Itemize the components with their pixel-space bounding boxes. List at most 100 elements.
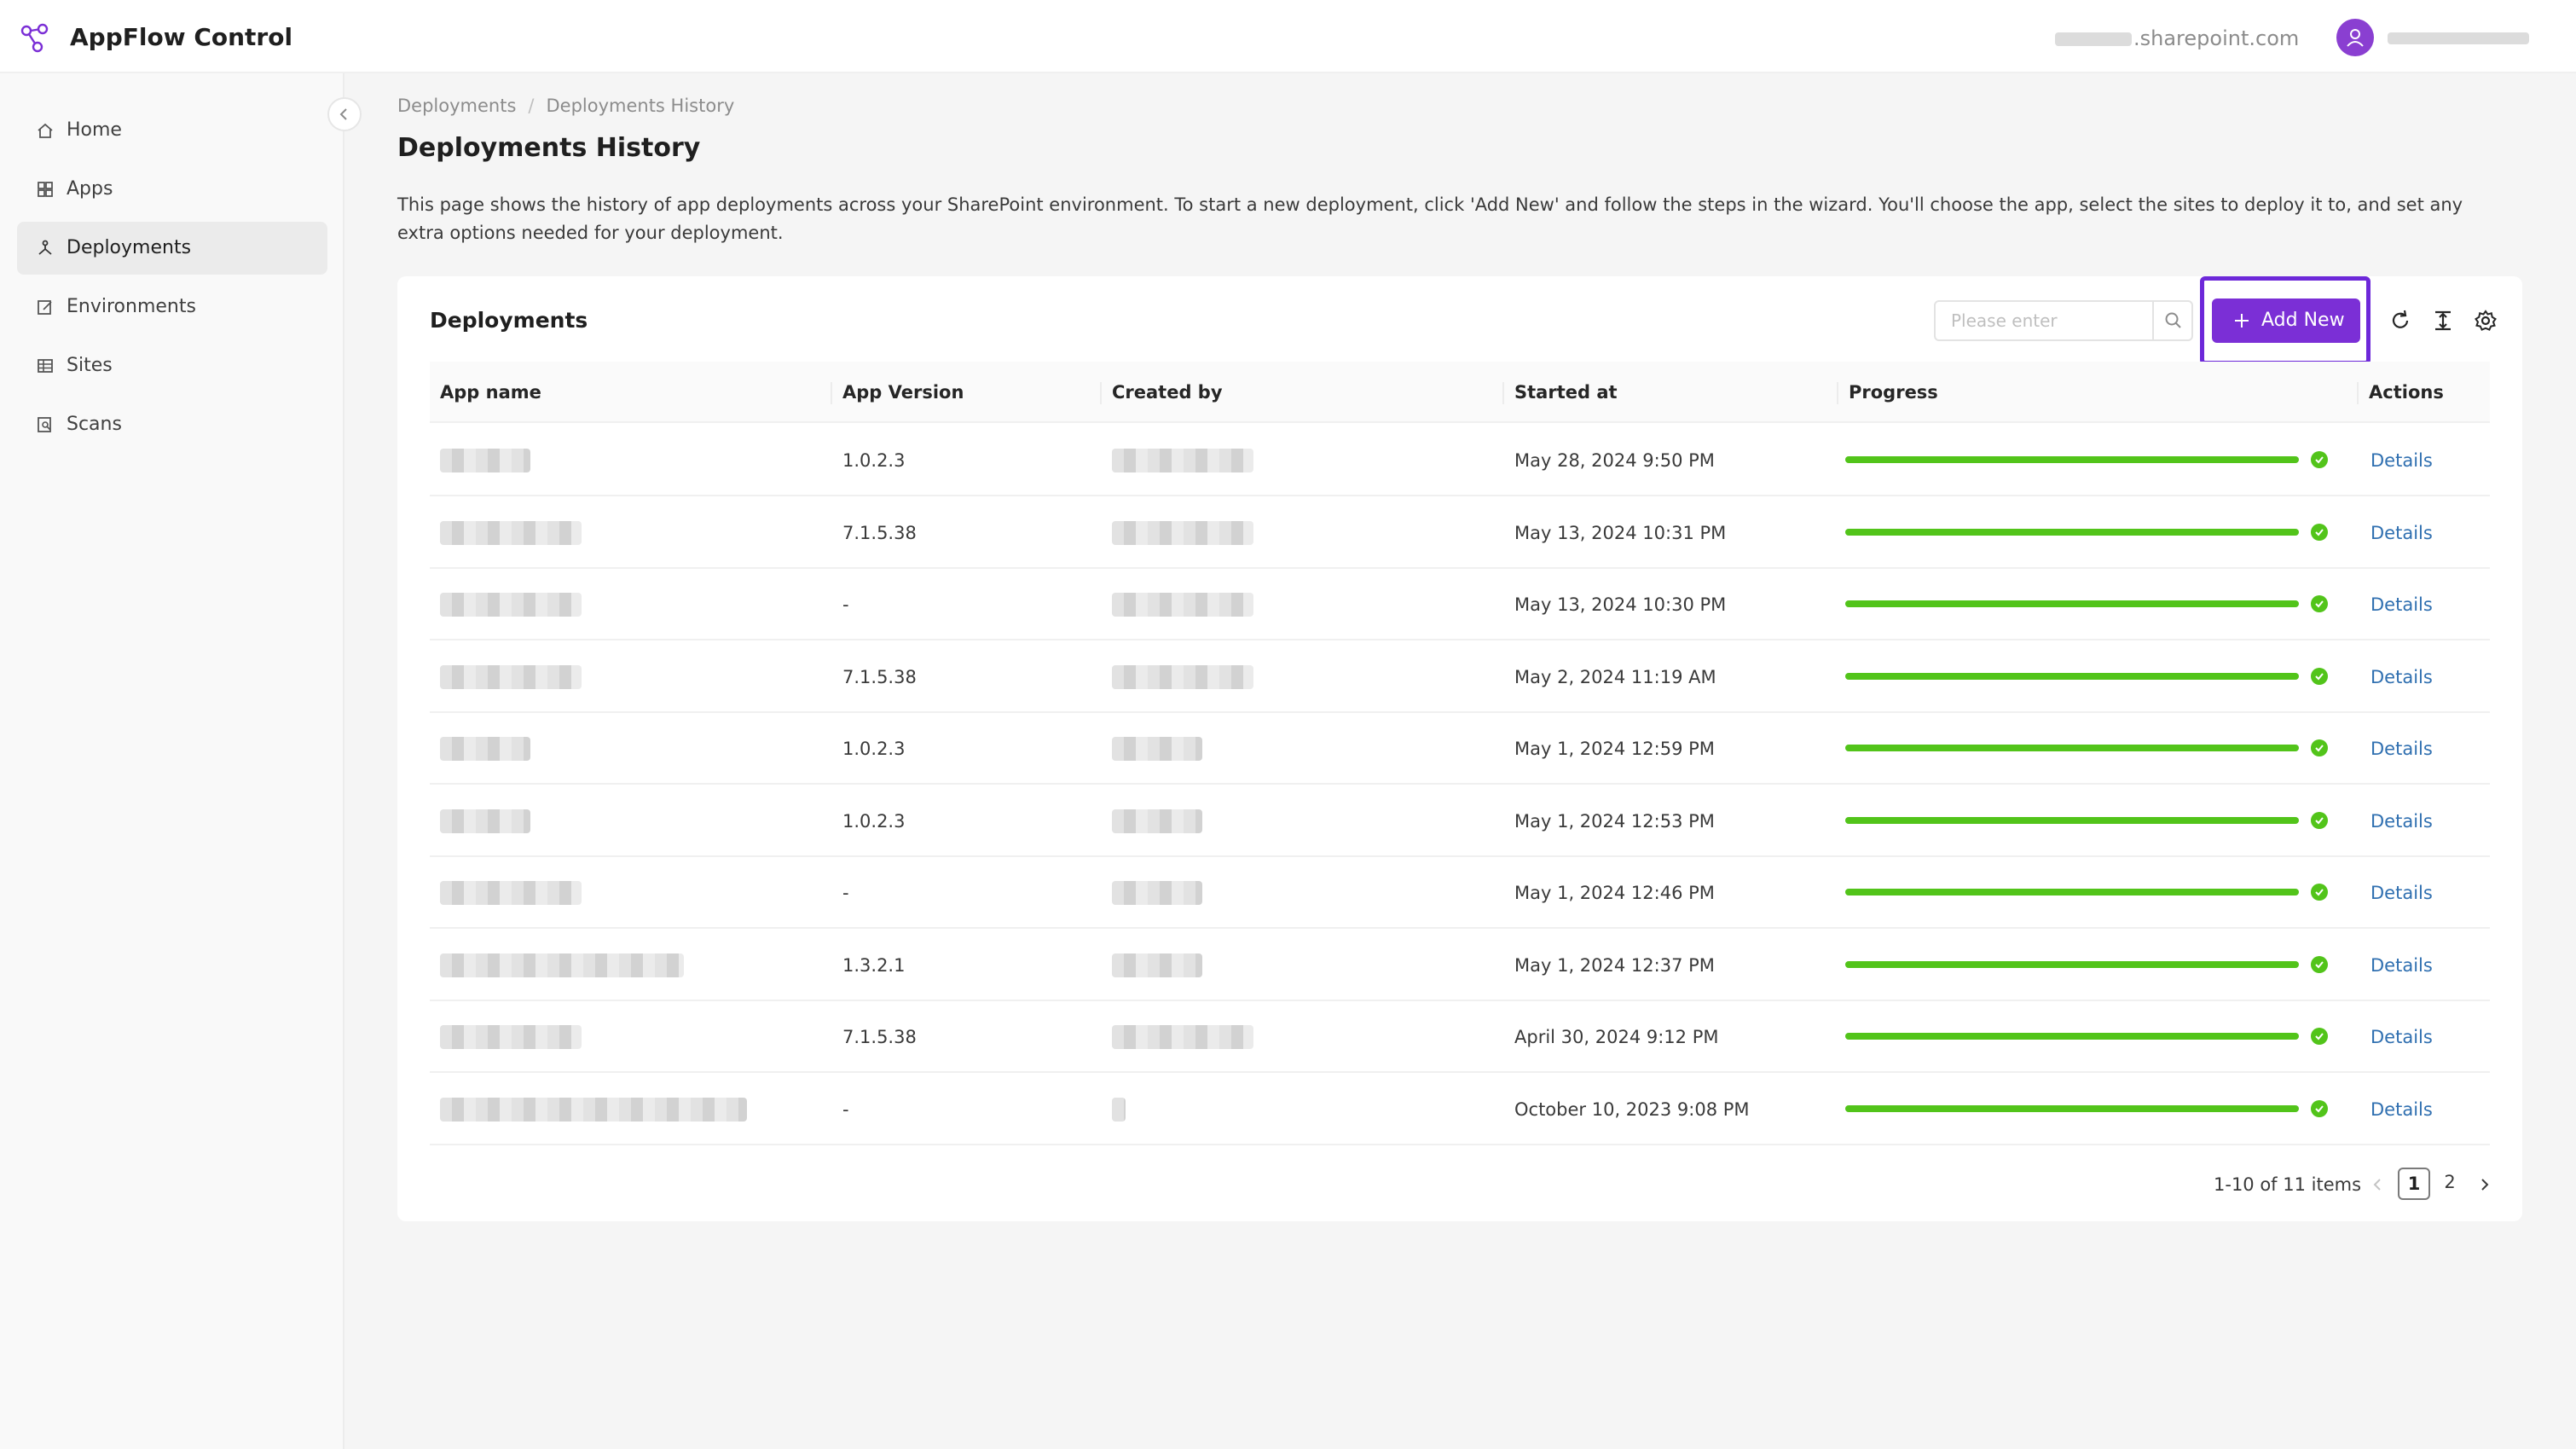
sidebar-item-label: Environments bbox=[67, 296, 196, 317]
app-name-redacted bbox=[440, 953, 684, 977]
card-title: Deployments bbox=[430, 308, 588, 333]
started-at-cell: April 30, 2024 9:12 PM bbox=[1514, 1027, 1719, 1047]
deploy-icon bbox=[38, 240, 52, 255]
app-name-redacted bbox=[440, 593, 582, 617]
column-header-progress: Progress bbox=[1849, 382, 1938, 403]
sidebar-item-apps[interactable]: Apps bbox=[17, 163, 327, 216]
details-link[interactable]: Details bbox=[2370, 425, 2433, 496]
sidebar-item-scans[interactable]: Scans bbox=[17, 398, 327, 451]
user-icon bbox=[2347, 29, 2364, 47]
tenant-name-redacted bbox=[2055, 32, 2132, 46]
column-height-icon[interactable] bbox=[2430, 308, 2456, 333]
refresh-icon[interactable] bbox=[2388, 308, 2413, 333]
search-icon bbox=[2165, 312, 2181, 328]
table-row: - May 1, 2024 12:46 PM Details bbox=[430, 857, 2490, 929]
started-at-cell: May 1, 2024 12:53 PM bbox=[1514, 810, 1715, 832]
chevron-left-icon bbox=[339, 108, 347, 120]
started-at-cell: May 28, 2024 9:50 PM bbox=[1514, 450, 1715, 471]
avatar[interactable] bbox=[2336, 19, 2374, 56]
progress-fill bbox=[1845, 889, 2299, 895]
search-button[interactable] bbox=[2152, 302, 2191, 339]
sidebar-item-deployments[interactable]: Deployments bbox=[17, 222, 327, 275]
search-input[interactable] bbox=[1936, 302, 2152, 339]
user-name-redacted[interactable] bbox=[2388, 32, 2529, 44]
table-row: 1.0.2.3 May 28, 2024 9:50 PM Details bbox=[430, 425, 2490, 496]
breadcrumb-current: Deployments History bbox=[546, 96, 735, 116]
progress-bar bbox=[1845, 600, 2299, 607]
success-check-icon bbox=[2311, 451, 2328, 468]
sidebar-item-label: Scans bbox=[67, 414, 122, 435]
progress-fill bbox=[1845, 1033, 2299, 1040]
created-by-redacted bbox=[1112, 449, 1253, 472]
details-link[interactable]: Details bbox=[2370, 569, 2433, 640]
sidebar-item-sites[interactable]: Sites bbox=[17, 339, 327, 392]
success-check-icon bbox=[2311, 811, 2328, 829]
table-row: 1.0.2.3 May 1, 2024 12:59 PM Details bbox=[430, 713, 2490, 785]
add-new-button[interactable]: Add New bbox=[2212, 298, 2360, 343]
add-new-label: Add New bbox=[2261, 310, 2345, 331]
app-version-cell: - bbox=[842, 594, 849, 615]
app-name-redacted bbox=[440, 881, 582, 905]
breadcrumb-separator: / bbox=[528, 96, 535, 116]
started-at-cell: May 2, 2024 11:19 AM bbox=[1514, 666, 1716, 687]
details-link[interactable]: Details bbox=[2370, 641, 2433, 713]
breadcrumb-parent-link[interactable]: Deployments bbox=[397, 96, 516, 116]
details-link[interactable]: Details bbox=[2370, 1074, 2433, 1145]
app-name-redacted bbox=[440, 449, 530, 472]
started-at-cell: October 10, 2023 9:08 PM bbox=[1514, 1098, 1750, 1120]
sidebar-collapse-button[interactable] bbox=[327, 97, 362, 131]
success-check-icon bbox=[2311, 523, 2328, 541]
details-link[interactable]: Details bbox=[2370, 930, 2433, 1001]
sidebar-item-label: Deployments bbox=[67, 237, 192, 258]
created-by-redacted bbox=[1112, 1097, 1126, 1122]
started-at-cell: May 13, 2024 10:30 PM bbox=[1514, 594, 1727, 615]
pagination-total: 1-10 of 11 items bbox=[2214, 1174, 2362, 1195]
sidebar-item-label: Sites bbox=[67, 355, 113, 376]
app-version-cell: 7.1.5.38 bbox=[842, 1027, 917, 1047]
created-by-redacted bbox=[1112, 1025, 1253, 1049]
app-name-redacted bbox=[440, 1097, 747, 1122]
column-header-app-version: App Version bbox=[842, 382, 964, 403]
details-link[interactable]: Details bbox=[2370, 1001, 2433, 1073]
app-name-redacted bbox=[440, 664, 582, 689]
progress-fill bbox=[1845, 1104, 2299, 1112]
success-check-icon bbox=[2311, 1099, 2328, 1117]
table-row: 7.1.5.38 April 30, 2024 9:12 PM Details bbox=[430, 1001, 2490, 1073]
table-icon bbox=[38, 359, 53, 373]
table-row: - May 13, 2024 10:30 PM Details bbox=[430, 569, 2490, 640]
top-header: AppFlow Control .sharepoint.com bbox=[0, 0, 2576, 73]
created-by-redacted bbox=[1112, 737, 1202, 761]
app-version-cell: - bbox=[842, 883, 849, 903]
sidebar-item-environments[interactable]: Environments bbox=[17, 281, 327, 333]
search-box bbox=[1934, 300, 2193, 341]
progress-bar bbox=[1845, 889, 2299, 895]
pagination-prev-icon[interactable] bbox=[2367, 1174, 2389, 1196]
column-header-actions: Actions bbox=[2369, 382, 2444, 403]
pagination-page-1[interactable]: 1 bbox=[2398, 1168, 2430, 1200]
pagination-page-2[interactable]: 2 bbox=[2434, 1168, 2466, 1200]
created-by-redacted bbox=[1112, 664, 1253, 689]
details-link[interactable]: Details bbox=[2370, 713, 2433, 785]
app-title: AppFlow Control bbox=[70, 23, 293, 51]
progress-fill bbox=[1845, 456, 2299, 463]
sidebar: Home Apps Deployments Environments Sites Scan… bbox=[0, 73, 344, 1449]
settings-gear-icon[interactable] bbox=[2473, 308, 2498, 333]
sidebar-item-home[interactable]: Home bbox=[17, 104, 327, 157]
progress-bar bbox=[1845, 456, 2299, 463]
details-link[interactable]: Details bbox=[2370, 497, 2433, 569]
table-row: 1.3.2.1 May 1, 2024 12:37 PM Details bbox=[430, 930, 2490, 1001]
app-name-redacted bbox=[440, 1025, 582, 1049]
started-at-cell: May 1, 2024 12:59 PM bbox=[1514, 739, 1715, 759]
created-by-redacted bbox=[1112, 881, 1202, 905]
success-check-icon bbox=[2311, 884, 2328, 901]
page-title: Deployments History bbox=[397, 133, 701, 163]
created-by-redacted bbox=[1112, 953, 1202, 977]
progress-fill bbox=[1845, 672, 2299, 680]
grid-icon bbox=[38, 182, 53, 197]
details-link[interactable]: Details bbox=[2370, 785, 2433, 857]
home-icon bbox=[38, 123, 53, 138]
table-row: 7.1.5.38 May 13, 2024 10:31 PM Details bbox=[430, 497, 2490, 569]
details-link[interactable]: Details bbox=[2370, 857, 2433, 929]
pagination-next-icon[interactable] bbox=[2473, 1174, 2495, 1196]
app-version-cell: 1.0.2.3 bbox=[842, 450, 906, 471]
